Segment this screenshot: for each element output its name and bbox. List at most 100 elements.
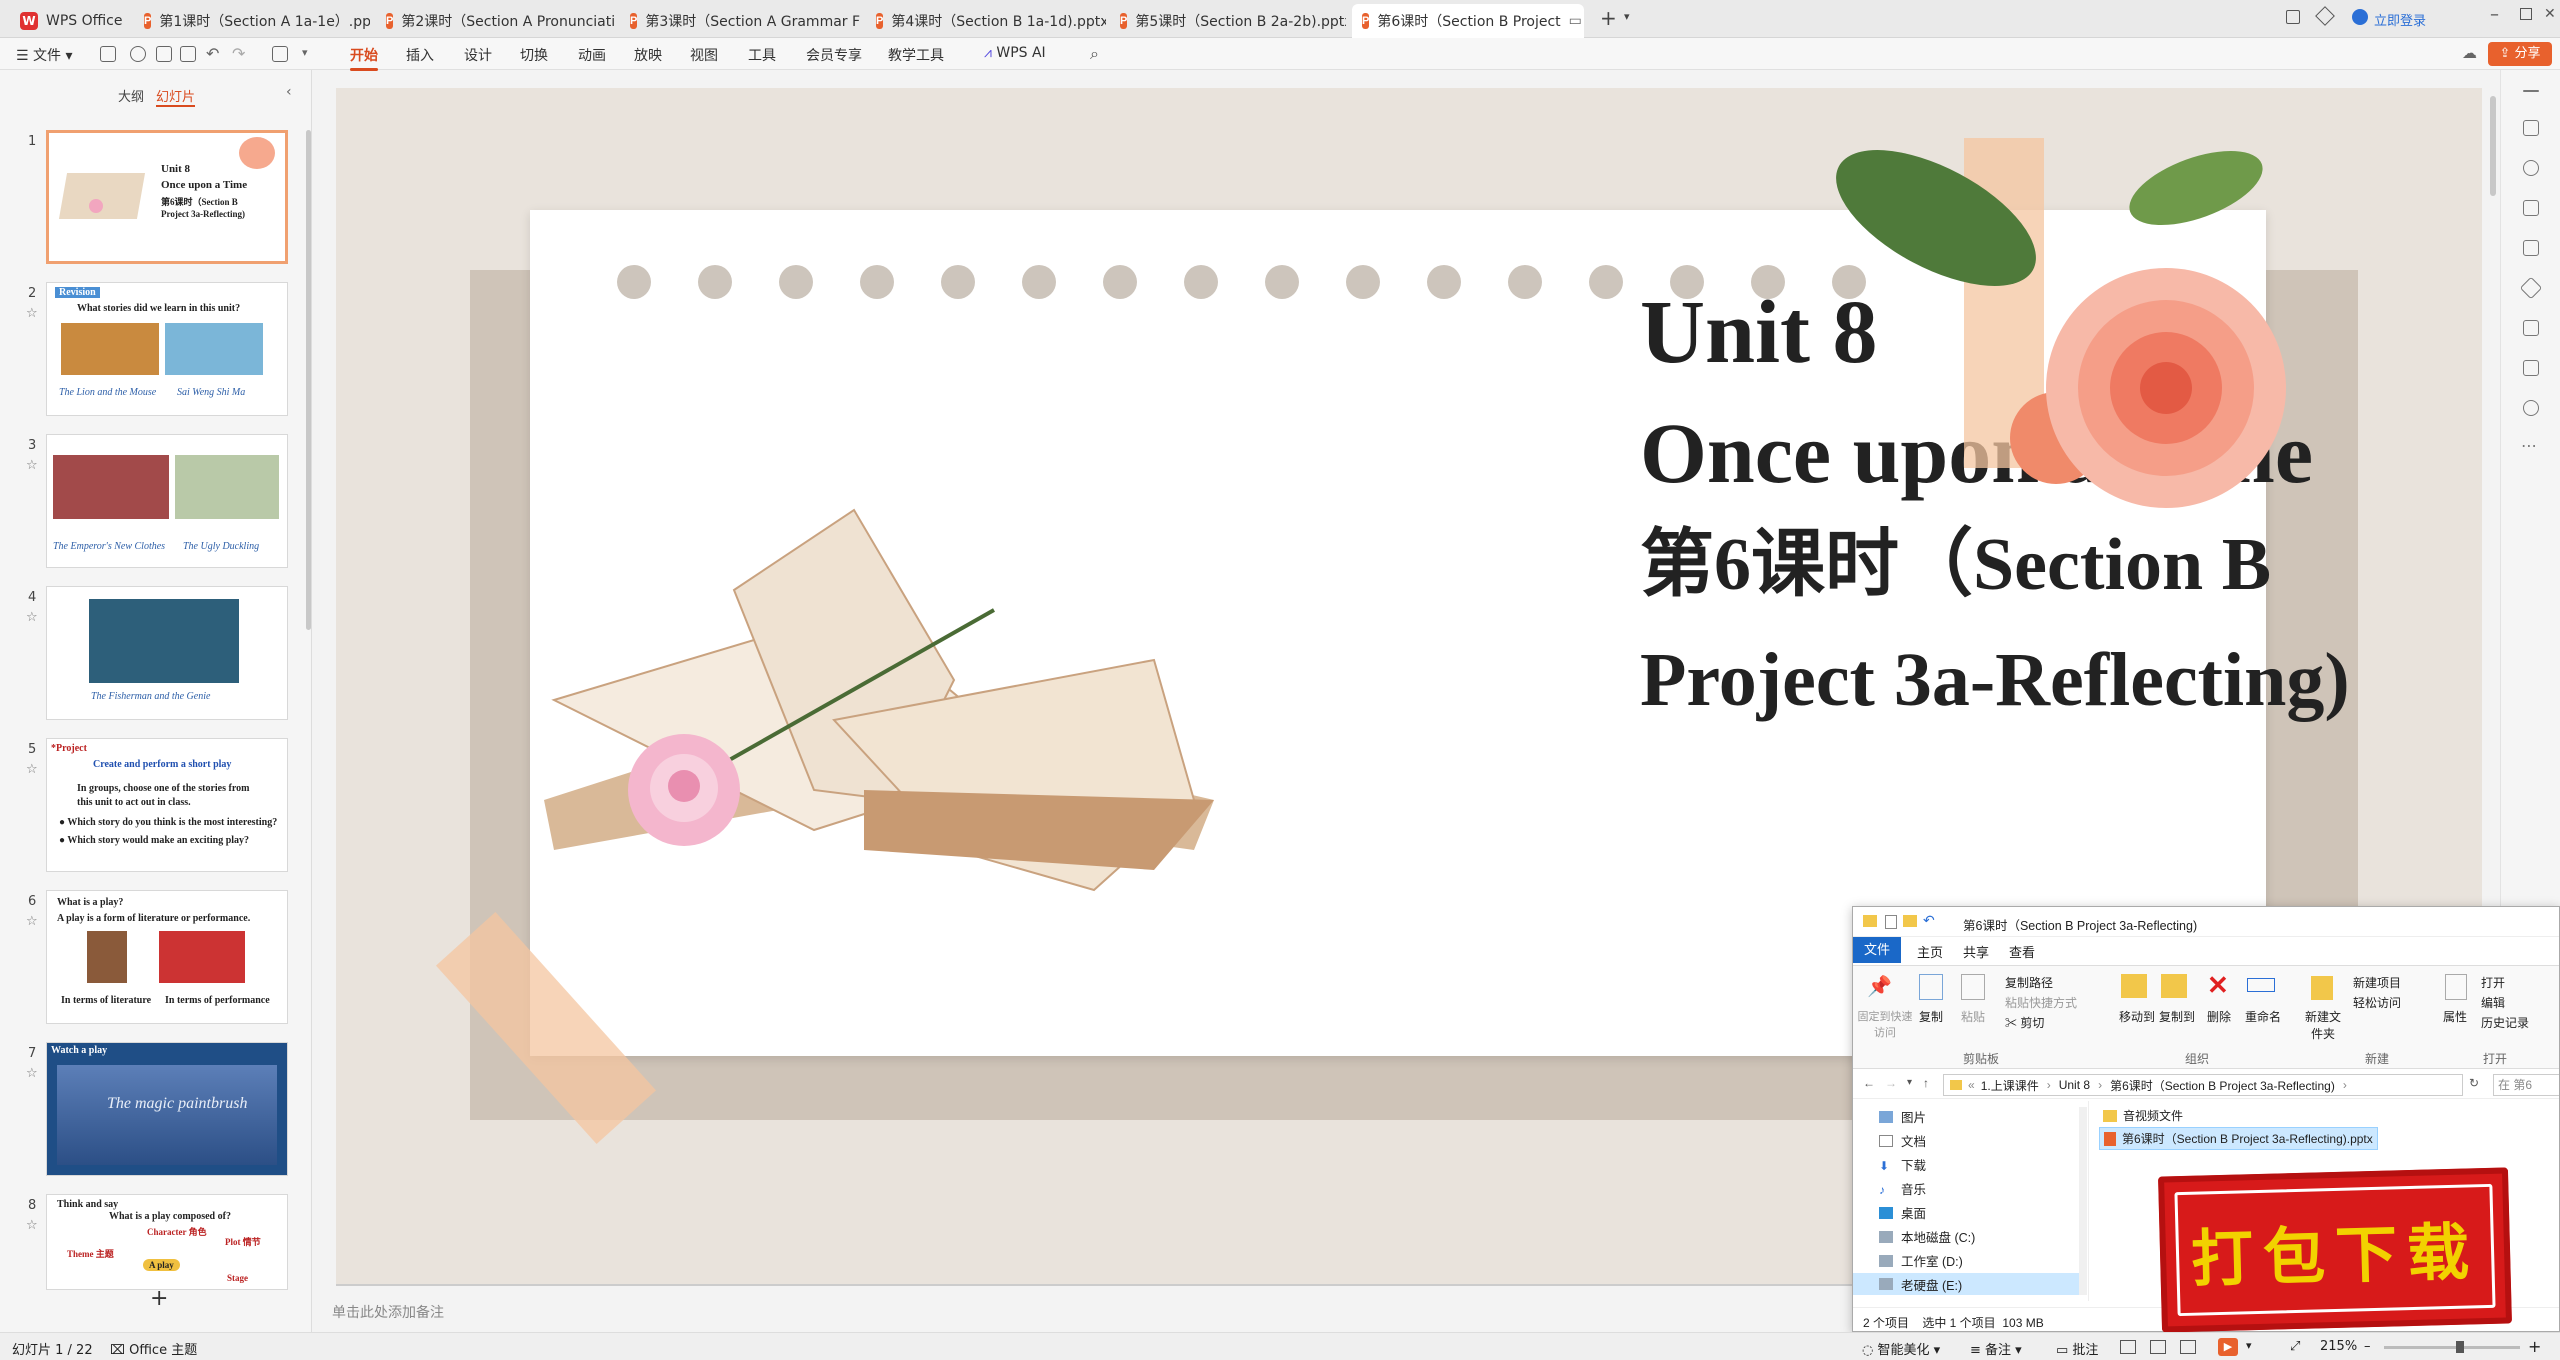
tab-member[interactable]: 会员专享 xyxy=(806,45,862,65)
star-icon[interactable]: ☆ xyxy=(26,1218,38,1233)
tab-slides[interactable]: 幻灯片 xyxy=(156,86,196,107)
fit-window-icon[interactable]: ⤢ xyxy=(2290,1339,2300,1354)
chevron-down-icon[interactable]: ▾ xyxy=(1907,1077,1912,1088)
add-slide-button[interactable]: + xyxy=(150,1286,168,1311)
paste-icon[interactable] xyxy=(1961,974,1985,1000)
image-icon[interactable] xyxy=(2523,240,2539,256)
star-icon[interactable] xyxy=(2523,160,2539,176)
help-icon[interactable] xyxy=(2523,400,2539,416)
pin-icon[interactable]: 📌 xyxy=(1867,974,1897,1004)
slide-thumbnail-1[interactable]: Unit 8 Once upon a Time 第6课时（Section B P… xyxy=(46,130,288,264)
slide-thumbnail-4[interactable]: The Fisherman and the Genie xyxy=(46,586,288,720)
new-item-button[interactable]: 新建项目 xyxy=(2353,974,2401,991)
tab-file[interactable]: 文件 xyxy=(1853,937,1901,963)
tab-view[interactable]: 视图 xyxy=(690,45,718,65)
move-to-icon[interactable] xyxy=(2121,974,2147,998)
share-button[interactable]: ⇪ 分享 xyxy=(2488,42,2552,66)
star-icon[interactable]: ☆ xyxy=(26,914,38,929)
forward-icon[interactable]: → xyxy=(1885,1076,1897,1090)
breadcrumb-item[interactable]: 1.上课课件 xyxy=(1981,1077,2039,1094)
up-icon[interactable]: ↑ xyxy=(1923,1076,1929,1090)
zoom-out-button[interactable]: – xyxy=(2364,1339,2371,1354)
file-menu[interactable]: ☰ 文件 ▾ xyxy=(16,45,73,65)
tab-insert[interactable]: 插入 xyxy=(406,45,434,65)
format-painter-icon[interactable] xyxy=(272,46,288,62)
tab-design[interactable]: 设计 xyxy=(464,45,492,65)
search-box[interactable]: 在 第6 xyxy=(2493,1074,2559,1096)
slide-thumbnail-8[interactable]: Think and say What is a play composed of… xyxy=(46,1194,288,1290)
star-icon[interactable]: ☆ xyxy=(26,610,38,625)
sorter-view-icon[interactable] xyxy=(2150,1340,2166,1354)
download-badge[interactable]: 打包下载 xyxy=(2158,1167,2512,1333)
tree-item-downloads[interactable]: ⬇ 下载 xyxy=(1879,1155,1926,1174)
slide-thumbnail-3[interactable]: The Emperor's New Clothes The Ugly Duckl… xyxy=(46,434,288,568)
minus-icon[interactable] xyxy=(2523,90,2539,92)
document-icon[interactable] xyxy=(2523,360,2539,376)
tree-item-documents[interactable]: 文档 xyxy=(1879,1131,1926,1150)
delete-icon[interactable]: ✕ xyxy=(2207,970,2237,1000)
tab-outline[interactable]: 大纲 xyxy=(118,86,144,105)
login-link[interactable]: 立即登录 xyxy=(2374,10,2426,29)
cut-button[interactable]: ✂ 剪切 xyxy=(2005,1014,2044,1031)
collapse-panel-icon[interactable]: ‹ xyxy=(286,84,292,100)
zoom-level[interactable]: 215% xyxy=(2320,1339,2357,1354)
copy-to-icon[interactable] xyxy=(2161,974,2187,998)
slide-thumbnail-7[interactable]: Watch a play The magic paintbrush xyxy=(46,1042,288,1176)
wps-ai-button[interactable]: ⩘ WPS AI xyxy=(984,45,1046,61)
copy-icon[interactable] xyxy=(2523,200,2539,216)
tree-item-drive-c[interactable]: 本地磁盘 (C:) xyxy=(1879,1227,1975,1246)
tab-wps-office[interactable]: W WPS Office xyxy=(10,4,128,38)
file-item-pptx[interactable]: 第6课时（Section B Project 3a-Reflecting).pp… xyxy=(2099,1127,2378,1150)
print-icon[interactable] xyxy=(156,46,172,62)
new-folder-icon[interactable] xyxy=(1903,915,1917,927)
copy-path-button[interactable]: 复制路径 xyxy=(2005,974,2053,991)
tab-home[interactable]: 主页 xyxy=(1917,942,1943,961)
breadcrumb-item[interactable]: Unit 8 xyxy=(2059,1078,2090,1092)
star-icon[interactable]: ☆ xyxy=(26,1066,38,1081)
layout-icon[interactable] xyxy=(2286,10,2300,24)
rename-icon[interactable] xyxy=(2247,978,2275,992)
edit-button[interactable]: 编辑 xyxy=(2481,994,2505,1011)
smart-beautify-button[interactable]: ◌ 智能美化 ▾ xyxy=(1862,1339,1940,1358)
tree-item-pictures[interactable]: 图片 xyxy=(1879,1107,1926,1126)
tools-icon[interactable] xyxy=(2519,276,2543,300)
tab-view[interactable]: 查看 xyxy=(2009,942,2035,961)
chevron-down-icon[interactable]: ▾ xyxy=(2246,1339,2252,1352)
breadcrumb-item[interactable]: 第6课时（Section B Project 3a-Reflecting) xyxy=(2110,1077,2335,1094)
star-icon[interactable]: ☆ xyxy=(26,762,38,777)
new-tab-icon[interactable]: + xyxy=(1600,6,1617,30)
normal-view-icon[interactable] xyxy=(2120,1340,2136,1354)
search-icon[interactable]: ⌕ xyxy=(1090,44,1099,64)
properties-icon[interactable] xyxy=(2445,974,2467,1000)
tab-home[interactable]: 开始 xyxy=(350,45,378,71)
tab-transition[interactable]: 切换 xyxy=(520,45,548,65)
zoom-in-button[interactable]: + xyxy=(2528,1337,2541,1356)
tab-animation[interactable]: 动画 xyxy=(578,45,606,65)
easy-access-button[interactable]: 轻松访问 xyxy=(2353,994,2401,1011)
scrollbar[interactable] xyxy=(306,130,311,630)
tab-doc-2[interactable]: P 第2课时（Section A Pronunciation xyxy=(376,4,614,38)
preview-icon[interactable] xyxy=(180,46,196,62)
cube-icon[interactable] xyxy=(2315,6,2335,26)
undo-icon[interactable]: ↶ xyxy=(1923,912,1935,929)
slide-thumbnail-6[interactable]: What is a play? A play is a form of lite… xyxy=(46,890,288,1024)
properties-icon[interactable] xyxy=(1885,915,1897,929)
slide-thumbnail-5[interactable]: *Project Create and perform a short play… xyxy=(46,738,288,872)
tab-doc-6-active[interactable]: P 第6课时（Section B Project ▭ ✕ xyxy=(1352,4,1584,38)
tab-share[interactable]: 共享 xyxy=(1963,942,1989,961)
tab-tools[interactable]: 工具 xyxy=(748,45,776,65)
save-icon[interactable] xyxy=(100,46,116,62)
tab-doc-1[interactable]: P 第1课时（Section A 1a-1e）.pptx xyxy=(134,4,370,38)
minimize-icon[interactable]: – xyxy=(2490,4,2499,25)
more-icon[interactable]: ⋯ xyxy=(2521,436,2537,455)
chevron-down-icon[interactable]: ▾ xyxy=(302,46,308,59)
slide-thumbnail-2[interactable]: Revision What stories did we learn in th… xyxy=(46,282,288,416)
history-button[interactable]: 历史记录 xyxy=(2481,1014,2529,1031)
paste-shortcut-button[interactable]: 粘贴快捷方式 xyxy=(2005,994,2077,1011)
tree-item-drive-d[interactable]: 工作室 (D:) xyxy=(1879,1251,1963,1270)
tab-doc-3[interactable]: P 第3课时（Section A Grammar Focu xyxy=(620,4,860,38)
canvas-scrollbar[interactable] xyxy=(2490,96,2496,196)
star-icon[interactable]: ☆ xyxy=(26,306,38,321)
tab-doc-4[interactable]: P 第4课时（Section B 1a-1d).pptx xyxy=(866,4,1106,38)
redo-icon[interactable]: ↷ xyxy=(232,44,245,63)
